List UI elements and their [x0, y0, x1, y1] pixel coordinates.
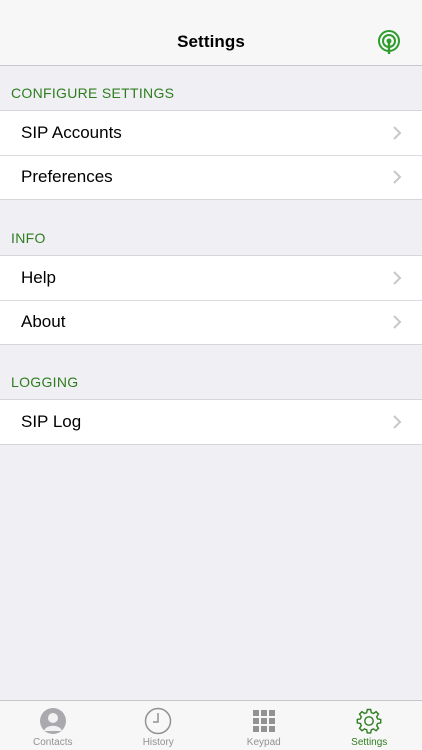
- info-group: Help About: [0, 255, 422, 345]
- navigation-bar: Settings: [0, 0, 422, 66]
- tab-contacts[interactable]: Contacts: [0, 701, 106, 750]
- tab-history[interactable]: History: [106, 701, 212, 750]
- row-sip-accounts[interactable]: SIP Accounts: [0, 111, 422, 155]
- row-label: SIP Log: [21, 412, 82, 431]
- tab-label: History: [142, 737, 174, 748]
- clock-icon: [145, 707, 172, 735]
- tab-bar: Contacts History Keypad Settings: [0, 700, 422, 750]
- page-title: Settings: [177, 32, 245, 51]
- person-icon: [39, 708, 66, 734]
- section-header-info: INFO: [11, 230, 46, 246]
- logging-group: SIP Log: [0, 399, 422, 445]
- keypad-icon: [252, 710, 275, 732]
- row-label: SIP Accounts: [21, 123, 122, 142]
- chevron-right-icon: [393, 126, 402, 140]
- row-help[interactable]: Help: [0, 256, 422, 300]
- row-about[interactable]: About: [0, 300, 422, 344]
- row-preferences[interactable]: Preferences: [0, 155, 422, 199]
- tab-label: Keypad: [246, 737, 281, 748]
- tab-label: Settings: [351, 737, 388, 748]
- section-header-logging: LOGGING: [11, 374, 79, 390]
- section-header-configure: CONFIGURE SETTINGS: [11, 85, 175, 101]
- tab-keypad[interactable]: Keypad: [211, 701, 317, 750]
- tab-settings[interactable]: Settings: [317, 701, 422, 750]
- chevron-right-icon: [393, 315, 402, 329]
- antenna-signal-icon[interactable]: [376, 29, 402, 55]
- configure-settings-group: SIP Accounts Preferences: [0, 110, 422, 200]
- row-label: Help: [21, 268, 56, 287]
- row-label: About: [21, 312, 66, 331]
- row-label: Preferences: [21, 167, 113, 186]
- row-sip-log[interactable]: SIP Log: [0, 400, 422, 444]
- gear-icon: [356, 708, 382, 734]
- chevron-right-icon: [393, 271, 402, 285]
- chevron-right-icon: [393, 170, 402, 184]
- tab-label: Contacts: [33, 737, 73, 748]
- chevron-right-icon: [393, 415, 402, 429]
